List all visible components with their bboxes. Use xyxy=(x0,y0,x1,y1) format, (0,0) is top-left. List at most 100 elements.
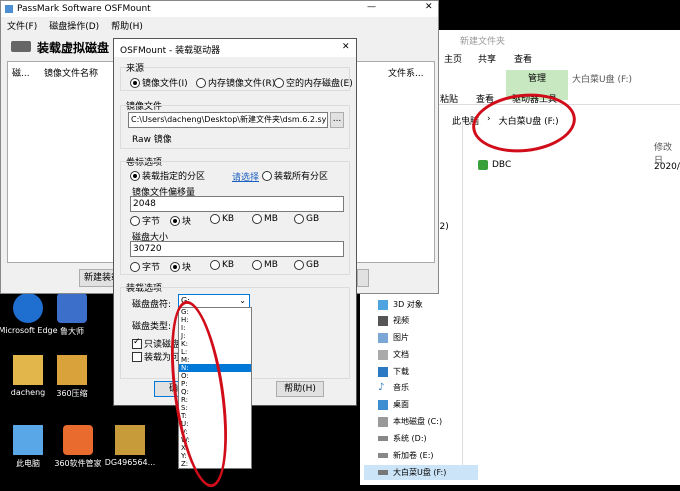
main-button-stub[interactable] xyxy=(357,269,369,287)
radio-unchecked xyxy=(252,214,262,224)
offset-unit-gb[interactable]: GB xyxy=(294,214,319,224)
size-unit-blocks[interactable]: 块 xyxy=(170,260,191,273)
desktop-icon-ludashi[interactable]: 鲁大师 xyxy=(42,293,102,337)
radio-unchecked xyxy=(210,214,220,224)
nav-label: 大白菜U盘 (F:) xyxy=(393,468,447,477)
computer-icon xyxy=(13,425,43,455)
nav-3d-objects[interactable]: 3D 对象 xyxy=(378,297,423,312)
source-group-label: 来源 xyxy=(126,61,145,74)
main-title: PassMark Software OSFMount xyxy=(17,4,151,14)
nav-music[interactable]: ♪ 音乐 xyxy=(378,380,409,395)
diskgenius-icon xyxy=(115,425,145,455)
dialog-title: OSFMount - 装载驱动器 xyxy=(120,46,221,56)
radio-label: 空的内存磁盘(E) xyxy=(286,79,353,89)
nav-disk-d[interactable]: 系统 (D:) xyxy=(378,431,427,446)
explorer-tab-view[interactable]: 查看 xyxy=(514,52,532,65)
offset-unit-mb[interactable]: MB xyxy=(252,214,278,224)
volume-all-partitions-radio[interactable]: 装载所有分区 xyxy=(262,169,328,182)
nav-documents[interactable]: 文档 xyxy=(378,347,409,362)
source-image-file-radio[interactable]: 镜像文件(I) xyxy=(130,76,188,89)
radio-label: 镜像文件(I) xyxy=(142,79,188,89)
checkbox-checked xyxy=(132,337,142,349)
size-unit-mb[interactable]: MB xyxy=(252,260,278,270)
app-icon xyxy=(5,5,13,13)
radio-checked xyxy=(170,261,180,272)
column-drive[interactable]: 磁... xyxy=(12,66,30,79)
nav-label: 本地磁盘 (C:) xyxy=(393,417,443,426)
drive-icon xyxy=(378,436,388,441)
nav-videos[interactable]: 视频 xyxy=(378,313,409,328)
desktop-icon-360soft[interactable]: 360软件管家 xyxy=(48,425,108,469)
menu-disk[interactable]: 磁盘操作(D) xyxy=(49,19,99,32)
nav-disk-e[interactable]: 新加卷 (E:) xyxy=(378,448,434,463)
offset-unit-bytes[interactable]: 字节 xyxy=(130,214,160,227)
nav-pictures[interactable]: 图片 xyxy=(378,330,409,345)
nav-label: 音乐 xyxy=(393,383,409,392)
nav-desktop[interactable]: 桌面 xyxy=(378,397,409,412)
picture-icon xyxy=(378,332,388,343)
nav-disk-f[interactable]: 大白菜U盘 (F:) xyxy=(364,465,478,480)
column-image-name[interactable]: 镜像文件名称 xyxy=(44,66,98,79)
user-folder-icon xyxy=(13,355,43,385)
main-titlebar: PassMark Software OSFMount — ✕ xyxy=(1,1,438,17)
drive-windows-icon xyxy=(378,416,388,427)
drive-letter-label: 磁盘盘符: xyxy=(132,300,172,310)
radio-checked xyxy=(130,170,140,181)
size-unit-bytes[interactable]: 字节 xyxy=(130,260,160,273)
download-icon xyxy=(378,366,388,377)
radio-unchecked xyxy=(196,77,206,88)
menu-file[interactable]: 文件(F) xyxy=(7,19,37,32)
nav-disk-c[interactable]: 本地磁盘 (C:) xyxy=(378,414,442,429)
close-icon[interactable]: ✕ xyxy=(425,2,433,12)
radio-label: KB xyxy=(222,260,235,270)
disk-size-input[interactable]: 30720 xyxy=(130,241,344,257)
select-partition-link[interactable]: 请选择 xyxy=(232,170,259,183)
nav-downloads[interactable]: 下载 xyxy=(378,364,409,379)
size-unit-kb[interactable]: KB xyxy=(210,260,234,270)
offset-input[interactable]: 2048 xyxy=(130,196,344,212)
file-name: DBC xyxy=(492,160,512,170)
radio-label: GB xyxy=(306,214,320,224)
desktop-icon-dg[interactable]: DG496564... xyxy=(100,425,160,467)
source-empty-ramdisk-radio[interactable]: 空的内存磁盘(E) xyxy=(274,76,353,89)
browse-button[interactable]: ... xyxy=(330,112,344,128)
radio-unchecked xyxy=(130,215,140,226)
minimize-icon[interactable]: — xyxy=(367,2,376,12)
file-date: 2020/ xyxy=(654,162,680,172)
close-icon[interactable]: ✕ xyxy=(342,42,350,52)
cube-icon xyxy=(378,299,388,310)
radio-checked xyxy=(130,77,140,88)
explorer-tab-share[interactable]: 共享 xyxy=(478,52,496,65)
image-file-path[interactable]: C:\Users\dacheng\Desktop\新建文件夹\dsm.6.2.s… xyxy=(128,112,328,128)
offset-unit-blocks[interactable]: 块 xyxy=(170,214,191,227)
image-type: Raw 镜像 xyxy=(132,135,172,145)
radio-label: MB xyxy=(264,260,278,270)
video-icon xyxy=(378,315,388,326)
document-icon xyxy=(378,349,388,360)
source-memory-image-radio[interactable]: 内存镜像文件(R) xyxy=(196,76,275,89)
nav-label: 系统 (D:) xyxy=(393,434,427,443)
offset-unit-kb[interactable]: KB xyxy=(210,214,234,224)
menu-bar: 文件(F) 磁盘操作(D) 帮助(H) xyxy=(7,19,143,32)
help-button[interactable]: 帮助(H) xyxy=(276,381,324,397)
radio-label: 内存镜像文件(R) xyxy=(208,79,276,89)
explorer-tab-home[interactable]: 主页 xyxy=(444,52,462,65)
radio-unchecked xyxy=(262,170,272,181)
column-filesystem[interactable]: 文件系... xyxy=(388,66,424,79)
radio-label: 块 xyxy=(182,263,192,273)
radio-label: MB xyxy=(264,214,278,224)
menu-help[interactable]: 帮助(H) xyxy=(111,19,143,32)
nav-label: 视频 xyxy=(393,316,409,325)
file-row-dbc[interactable]: DBC xyxy=(478,160,511,170)
desktop-icon-360zip[interactable]: 360压缩 xyxy=(42,355,102,399)
checkbox-unchecked xyxy=(132,351,142,362)
radio-unchecked xyxy=(294,214,304,224)
desktop-label: 鲁大师 xyxy=(60,327,84,336)
radio-label: 字节 xyxy=(142,217,161,227)
volume-specific-partition-radio[interactable]: 装载指定的分区 xyxy=(130,169,205,182)
size-unit-gb[interactable]: GB xyxy=(294,260,319,270)
desktop-label: 360压缩 xyxy=(56,389,88,398)
radio-unchecked xyxy=(274,77,284,88)
dialog-titlebar: OSFMount - 装载驱动器 ✕ xyxy=(114,39,356,57)
nav-label: 桌面 xyxy=(393,400,409,409)
